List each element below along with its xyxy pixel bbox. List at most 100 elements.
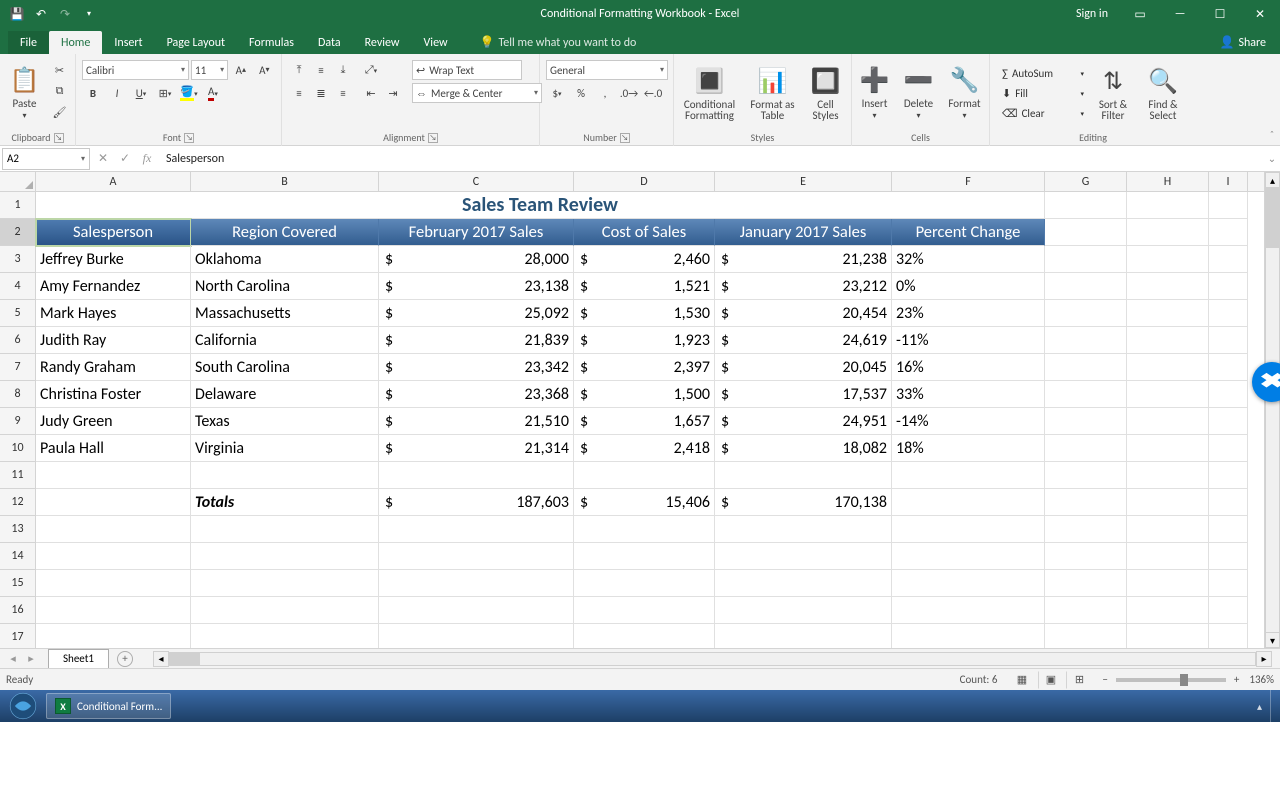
col-header-D[interactable]: D: [574, 172, 715, 191]
cell-empty[interactable]: [1209, 354, 1248, 381]
scroll-up-icon[interactable]: ▴: [1265, 172, 1280, 188]
tab-insert[interactable]: Insert: [102, 31, 154, 54]
vscroll-thumb[interactable]: [1266, 188, 1279, 248]
jan-cell[interactable]: $24,951: [715, 408, 892, 435]
tab-home[interactable]: Home: [49, 31, 102, 54]
ribbon-display-icon[interactable]: ▭: [1120, 0, 1160, 28]
jan-cell[interactable]: $17,537: [715, 381, 892, 408]
collapse-ribbon-icon[interactable]: ˆ: [1270, 128, 1274, 141]
fill-button[interactable]: ⬇Fill▾: [1000, 84, 1086, 102]
row-header-14[interactable]: 14: [0, 543, 36, 570]
row-header-4[interactable]: 4: [0, 273, 36, 300]
cell-empty[interactable]: [1209, 381, 1248, 408]
cell-empty[interactable]: [1127, 354, 1209, 381]
cell-empty[interactable]: [1127, 435, 1209, 462]
align-center-icon[interactable]: ≣: [310, 83, 332, 103]
font-color-button[interactable]: A▾: [202, 83, 224, 103]
header-cell-2[interactable]: February 2017 Sales: [379, 219, 574, 246]
cell-empty[interactable]: [1045, 192, 1127, 219]
feb-cell[interactable]: $25,092: [379, 300, 574, 327]
cost-cell[interactable]: $1,923: [574, 327, 715, 354]
show-hidden-icon[interactable]: ▴: [1257, 700, 1262, 713]
name-cell[interactable]: Christina Foster: [36, 381, 191, 408]
tab-view[interactable]: View: [412, 31, 460, 54]
vscroll-track[interactable]: [1265, 188, 1280, 632]
formula-input[interactable]: Salesperson: [158, 152, 1264, 166]
tell-me-search[interactable]: 💡 Tell me what you want to do: [472, 31, 645, 54]
redo-icon[interactable]: ↷: [54, 3, 76, 25]
row-header-11[interactable]: 11: [0, 462, 36, 489]
cell-empty[interactable]: [379, 462, 574, 489]
cell-empty[interactable]: [1209, 273, 1248, 300]
row-header-5[interactable]: 5: [0, 300, 36, 327]
sheet-tab-active[interactable]: Sheet1: [48, 649, 109, 668]
zoom-thumb[interactable]: [1180, 674, 1188, 686]
font-size-combo[interactable]: 11▾: [191, 60, 228, 80]
cell-empty[interactable]: [1127, 246, 1209, 273]
cost-cell[interactable]: $1,521: [574, 273, 715, 300]
new-sheet-button[interactable]: +: [117, 651, 133, 667]
align-left-icon[interactable]: ≡: [288, 83, 310, 103]
increase-font-icon[interactable]: A▴: [230, 60, 251, 80]
pct-cell[interactable]: 0%: [892, 273, 1045, 300]
jan-cell[interactable]: $20,045: [715, 354, 892, 381]
header-cell-3[interactable]: Cost of Sales: [574, 219, 715, 246]
header-cell-0[interactable]: Salesperson: [36, 219, 191, 246]
cell-empty[interactable]: [1045, 354, 1127, 381]
page-break-view-icon[interactable]: ⊞: [1066, 671, 1092, 689]
clear-button[interactable]: ⌫Clear▾: [1000, 104, 1086, 122]
cell-empty[interactable]: [1045, 543, 1127, 570]
align-bottom-icon[interactable]: ⤓: [332, 60, 354, 80]
cell-empty[interactable]: [715, 570, 892, 597]
clipboard-dialog-launcher[interactable]: ↘: [54, 133, 64, 143]
cell-empty[interactable]: [1045, 570, 1127, 597]
cell-empty[interactable]: [574, 624, 715, 648]
cost-cell[interactable]: $2,397: [574, 354, 715, 381]
jan-cell[interactable]: $20,454: [715, 300, 892, 327]
vertical-scrollbar[interactable]: ▴ ▾: [1264, 172, 1280, 648]
show-desktop-button[interactable]: [1270, 690, 1280, 722]
cell-empty[interactable]: [892, 597, 1045, 624]
cell-empty[interactable]: [379, 543, 574, 570]
col-header-H[interactable]: H: [1127, 172, 1209, 191]
pct-cell[interactable]: 32%: [892, 246, 1045, 273]
maximize-icon[interactable]: ☐: [1200, 0, 1240, 28]
cell-empty[interactable]: [892, 462, 1045, 489]
cell-empty[interactable]: [1127, 570, 1209, 597]
zoom-out-icon[interactable]: −: [1102, 673, 1107, 686]
cell-empty[interactable]: [1209, 543, 1248, 570]
cell-empty[interactable]: [1045, 435, 1127, 462]
feb-cell[interactable]: $23,368: [379, 381, 574, 408]
cell-empty[interactable]: [1127, 300, 1209, 327]
cell-empty[interactable]: [1045, 516, 1127, 543]
decrease-font-icon[interactable]: A▾: [254, 60, 275, 80]
header-cell-1[interactable]: Region Covered: [191, 219, 379, 246]
taskbar-item-excel[interactable]: X Conditional Form...: [46, 693, 171, 719]
cell-empty[interactable]: [1045, 462, 1127, 489]
cell-empty[interactable]: [1127, 624, 1209, 648]
cell-empty[interactable]: [892, 570, 1045, 597]
cut-icon[interactable]: ✂: [49, 60, 71, 80]
cell-empty[interactable]: [574, 462, 715, 489]
scroll-down-icon[interactable]: ▾: [1265, 632, 1280, 648]
align-top-icon[interactable]: ⤒: [288, 60, 310, 80]
cell-empty[interactable]: [191, 543, 379, 570]
name-cell[interactable]: Amy Fernandez: [36, 273, 191, 300]
cell-empty[interactable]: [1209, 408, 1248, 435]
row-header-1[interactable]: 1: [0, 192, 36, 219]
start-button[interactable]: [4, 692, 42, 720]
cell-empty[interactable]: [1209, 462, 1248, 489]
row-header-13[interactable]: 13: [0, 516, 36, 543]
jan-cell[interactable]: $23,212: [715, 273, 892, 300]
cell-empty[interactable]: [1045, 624, 1127, 648]
cell-empty[interactable]: [1127, 462, 1209, 489]
italic-button[interactable]: I: [106, 83, 128, 103]
totals-label[interactable]: Totals: [191, 489, 379, 516]
region-cell[interactable]: South Carolina: [191, 354, 379, 381]
cell-empty[interactable]: [715, 516, 892, 543]
row-header-3[interactable]: 3: [0, 246, 36, 273]
cell-empty[interactable]: [1209, 219, 1248, 246]
find-select-button[interactable]: 🔍Find & Select: [1140, 60, 1186, 126]
tab-formulas[interactable]: Formulas: [237, 31, 306, 54]
minimize-icon[interactable]: —: [1160, 0, 1200, 28]
